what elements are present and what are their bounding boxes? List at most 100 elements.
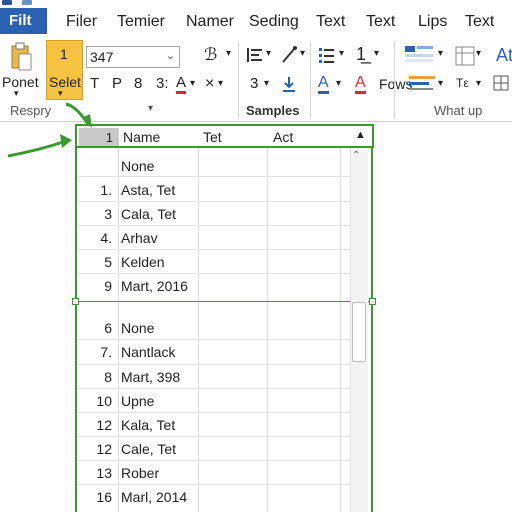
row-name[interactable]: Asta, Tet <box>121 182 175 198</box>
row-number: 8 <box>104 369 112 385</box>
chevron-down-icon[interactable]: ▾ <box>438 78 443 89</box>
clear-format-icon[interactable]: × <box>205 75 214 93</box>
underline-button[interactable]: 8 <box>134 75 142 92</box>
chevron-down-icon[interactable]: ▾ <box>264 78 269 89</box>
row-name[interactable]: Mart, 398 <box>121 369 180 385</box>
row-name[interactable]: Cale, Tet <box>121 441 176 457</box>
download-icon[interactable] <box>280 74 298 94</box>
list-icon[interactable] <box>318 46 336 64</box>
header-filter-icon[interactable]: ▲ <box>355 129 366 141</box>
style-number[interactable]: 3 <box>250 75 258 92</box>
sort-icon[interactable]: 1̲ <box>356 44 366 65</box>
align-left-icon[interactable] <box>246 46 264 64</box>
selection-handle[interactable] <box>369 298 376 305</box>
highlight-a-icon[interactable]: A <box>355 75 366 94</box>
menu-item-seding[interactable]: Seding <box>249 13 299 31</box>
chevron-down-icon[interactable]: ▾ <box>300 48 305 59</box>
pen-icon[interactable] <box>280 45 298 65</box>
row-name[interactable]: Kelden <box>121 254 165 270</box>
font-name-value: 347 <box>90 49 114 65</box>
menu-item-temier[interactable]: Temier <box>117 13 165 31</box>
row-name[interactable]: Cala, Tet <box>121 206 176 222</box>
font-name-combo[interactable]: 347 ⌄ <box>86 46 180 68</box>
scroll-up-icon[interactable]: ⌃ <box>352 150 360 161</box>
paste-label[interactable]: Ponet <box>2 74 39 90</box>
row-number: 10 <box>96 393 112 409</box>
select-dropdown-icon[interactable]: ▾ <box>58 88 63 99</box>
group-separator <box>310 42 311 118</box>
row-number: 9 <box>104 278 112 294</box>
row-number: 12 <box>96 417 112 433</box>
format-lines-icon[interactable] <box>408 74 436 92</box>
menu-item-text[interactable]: Text <box>316 13 345 31</box>
row-number: 6 <box>104 320 112 336</box>
group-separator <box>238 42 239 118</box>
chevron-down-icon[interactable]: ⌄ <box>166 49 175 62</box>
group-launcher-icon[interactable]: ▾ <box>148 103 153 114</box>
font-color-button[interactable]: A <box>176 75 187 94</box>
row-name[interactable]: Kala, Tet <box>121 417 175 433</box>
chevron-down-icon[interactable]: ▾ <box>266 48 271 59</box>
grid-icon[interactable] <box>492 74 510 92</box>
chevron-down-icon[interactable]: ▾ <box>336 78 341 89</box>
header-row[interactable]: 1 Name Tet Act ▲ <box>75 124 374 148</box>
annotation-arrows <box>7 102 92 158</box>
menu-item-text-2[interactable]: Text <box>366 13 395 31</box>
italic-button[interactable]: P <box>112 75 122 92</box>
chevron-down-icon[interactable]: ▾ <box>476 48 481 59</box>
row-number: 12 <box>96 441 112 457</box>
arrowhead-icon <box>60 134 72 148</box>
row-name[interactable]: Upne <box>121 393 154 409</box>
menu-item-namer[interactable]: Namer <box>186 13 234 31</box>
format-painter-icon[interactable]: ℬ <box>204 45 217 65</box>
row-name[interactable]: Arhav <box>121 230 158 246</box>
header-act[interactable]: Act <box>273 129 293 145</box>
row-name[interactable]: None <box>121 320 154 336</box>
bold-button[interactable]: T <box>90 75 99 92</box>
title-strip <box>0 0 512 8</box>
save-icon[interactable] <box>22 0 32 5</box>
row-name[interactable]: None <box>121 158 154 174</box>
menu-file[interactable]: Filt <box>0 8 47 34</box>
chevron-down-icon[interactable]: ▾ <box>476 78 481 89</box>
group-label-samples: Samples <box>246 103 300 118</box>
chevron-down-icon[interactable]: ▾ <box>226 48 231 59</box>
chevron-down-icon[interactable]: ▾ <box>190 78 195 89</box>
row-name[interactable]: Rober <box>121 465 159 481</box>
chevron-down-icon[interactable]: ▾ <box>438 48 443 59</box>
row-number: 13 <box>96 465 112 481</box>
text-style-icon[interactable]: Tε <box>456 76 469 90</box>
header-name[interactable]: Name <box>123 129 160 145</box>
row-name[interactable]: Mart, 2016 <box>121 278 188 294</box>
menu-item-lips[interactable]: Lips <box>418 13 447 31</box>
chevron-down-icon[interactable]: ▾ <box>218 78 223 89</box>
split-divider[interactable] <box>75 301 373 302</box>
app-icon <box>2 0 12 5</box>
scrollbar-thumb[interactable] <box>352 302 366 362</box>
row-name[interactable]: Nantlack <box>121 344 175 360</box>
menu-item-text-3[interactable]: Text <box>465 13 494 31</box>
chevron-down-icon[interactable]: ▾ <box>339 48 344 59</box>
header-tet[interactable]: Tet <box>203 129 222 145</box>
group-label-what-up: What up <box>434 103 483 118</box>
size-button[interactable]: 3: <box>156 75 169 92</box>
row-number: 4. <box>100 230 112 246</box>
selection-handle[interactable] <box>72 298 79 305</box>
paste-dropdown-icon[interactable]: ▾ <box>14 88 19 99</box>
row-number: 3 <box>104 206 112 222</box>
cell-style-icon[interactable] <box>454 45 476 67</box>
annotation-arrow-right <box>7 139 67 158</box>
row-name[interactable]: Marl, 2014 <box>121 489 187 505</box>
menu-item-filer[interactable]: Filer <box>66 13 97 31</box>
row-number: 1. <box>100 182 112 198</box>
select-top-glyph: 1 <box>60 46 68 62</box>
selection-outline <box>75 124 373 512</box>
row-number: 7. <box>100 344 112 360</box>
annotation-arrow-down <box>65 102 90 125</box>
chevron-down-icon[interactable]: ▾ <box>374 48 379 59</box>
text-color-a-icon[interactable]: A <box>318 75 329 94</box>
select-label: Selet <box>49 74 81 90</box>
at-label[interactable]: At <box>496 45 512 66</box>
table-style-icon[interactable] <box>404 45 434 67</box>
paste-icon[interactable] <box>10 42 32 72</box>
